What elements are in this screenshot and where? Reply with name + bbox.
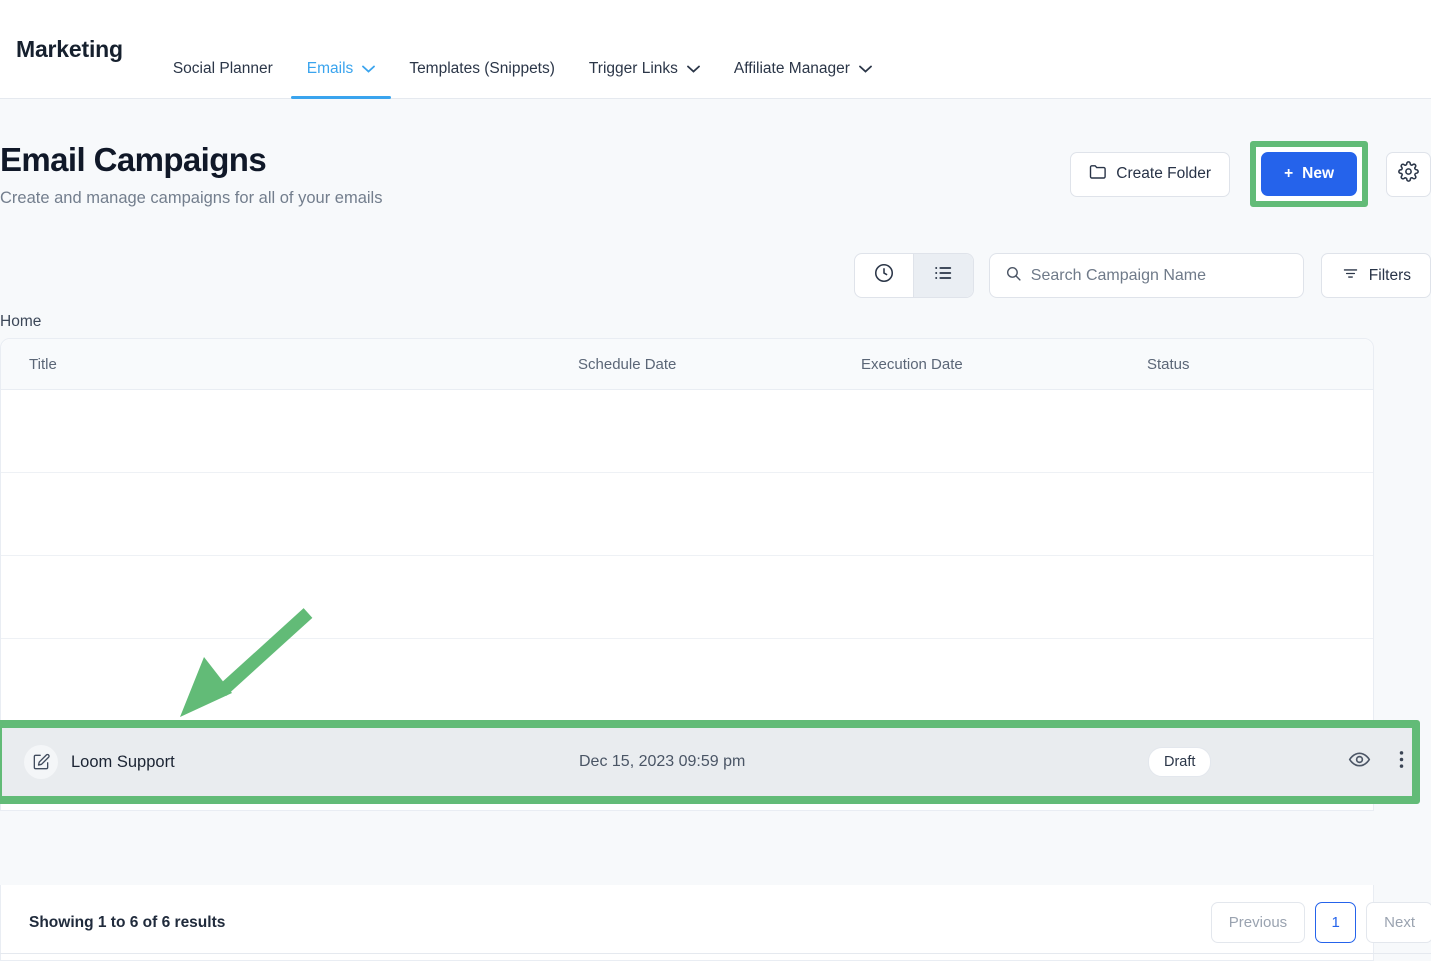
nav-item-label: Templates (Snippets) [409,60,555,77]
row-status-cell: Draft [1148,747,1348,777]
view-toggle-group [853,253,974,298]
results-count-label: Showing 1 to 6 of 6 results [29,913,226,931]
new-button-highlight: + New [1250,141,1368,207]
row-schedule-date: Dec 15, 2023 09:59 pm [579,753,746,770]
search-campaign-box[interactable]: Search Campaign Name [988,253,1304,298]
table-header-row: Title Schedule Date Execution Date Statu… [1,339,1373,390]
page-title: Email Campaigns [0,141,267,178]
row-highlight-annotation: Loom Support Dec 15, 2023 09:59 pm Draft [0,720,1420,804]
previous-page-button[interactable]: Previous [1210,902,1306,943]
nav-item-label: Social Planner [172,60,273,77]
toggle-recent-view[interactable] [855,254,914,297]
nav-item-label: Affiliate Manager [733,60,850,77]
header-actions: Create Folder + New [1070,141,1431,207]
search-icon [1005,265,1022,287]
pagination: Previous 1 Next [1210,902,1431,943]
eye-icon[interactable] [1348,748,1371,776]
nav-item-emails[interactable]: Emails [290,0,393,99]
nav-item-label: Emails [306,60,354,77]
plus-icon: + [1284,165,1294,182]
email-campaigns-page: Marketing Social Planner Emails Template… [0,0,1431,961]
filter-icon [1341,265,1360,287]
table-row[interactable] [1,639,1373,722]
table-row[interactable] [1,390,1373,473]
row-title-cell: Loom Support [2,745,579,779]
brand-title: Marketing [16,35,123,62]
page-number-button-1[interactable]: 1 [1315,902,1357,943]
toggle-list-view[interactable] [913,254,973,297]
column-header-title[interactable]: Title [1,356,578,373]
edit-square-icon[interactable] [24,745,58,779]
new-button-label: New [1302,165,1334,182]
table-row[interactable]: Loom Support Dec 15, 2023 09:59 pm Draft [2,728,1412,796]
nav-item-affiliate-manager[interactable]: Affiliate Manager [717,0,889,99]
breadcrumb[interactable]: Home [0,313,41,331]
create-folder-label: Create Folder [1116,165,1212,182]
column-header-schedule-date[interactable]: Schedule Date [578,356,861,373]
kebab-menu-icon[interactable] [1399,749,1404,775]
nav-item-label: Trigger Links [588,60,678,77]
table-footer: Showing 1 to 6 of 6 results Previous 1 N… [0,885,1431,961]
row-title-label: Loom Support [71,752,175,771]
clock-icon [873,262,895,289]
page-header: Email Campaigns Create and manage campai… [0,99,1431,242]
nav-item-trigger-links[interactable]: Trigger Links [572,0,717,99]
table-row[interactable] [1,556,1373,639]
nav-item-templates-snippets[interactable]: Templates (Snippets) [392,0,572,99]
create-folder-button[interactable]: Create Folder [1070,151,1231,197]
column-header-status[interactable]: Status [1147,356,1347,373]
page-subtitle: Create and manage campaigns for all of y… [0,189,383,207]
table-row[interactable] [1,473,1373,556]
next-page-button[interactable]: Next [1366,902,1431,943]
nav-items: Social Planner Emails Templates (Snippet… [156,0,889,99]
bottom-divider [0,953,1431,954]
table-toolbar: Search Campaign Name Filters [853,253,1431,298]
chevron-down-icon [859,60,872,78]
chevron-down-icon [362,60,376,78]
folder-icon [1089,164,1107,185]
top-navigation-bar: Marketing Social Planner Emails Template… [0,0,1431,99]
settings-button[interactable] [1386,151,1431,197]
filters-button[interactable]: Filters [1320,253,1431,298]
row-actions [1348,748,1412,776]
status-badge: Draft [1148,747,1212,777]
nav-item-social-planner[interactable]: Social Planner [156,0,290,99]
search-input[interactable]: Search Campaign Name [1031,267,1206,285]
new-button[interactable]: + New [1261,152,1357,196]
gear-icon [1398,161,1419,187]
column-header-execution-date[interactable]: Execution Date [861,356,1147,373]
list-icon [932,262,954,289]
filters-label: Filters [1368,266,1411,284]
chevron-down-icon [687,60,700,78]
